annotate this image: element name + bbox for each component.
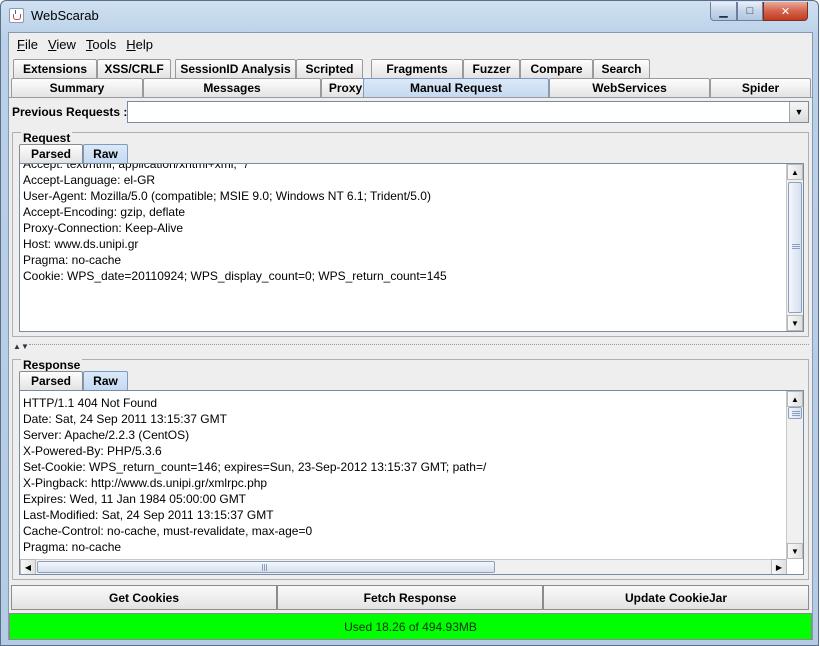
- tab-messages[interactable]: Messages: [143, 78, 321, 97]
- request-header-line: Cookie: WPS_date=20110924; WPS_display_c…: [23, 269, 447, 283]
- tab-divider: [9, 97, 812, 98]
- minimize-button[interactable]: ▁: [710, 2, 737, 21]
- scroll-up-button[interactable]: ▲: [787, 164, 803, 180]
- fetch-response-button[interactable]: Fetch Response: [277, 585, 543, 610]
- tab-webservices[interactable]: WebServices: [549, 78, 710, 97]
- title-bar[interactable]: WebScarab ▁ □ ✕: [1, 1, 818, 31]
- response-lines: HTTP/1.1 404 Not Found Date: Sat, 24 Sep …: [20, 395, 784, 555]
- tab-search[interactable]: Search: [593, 59, 650, 78]
- response-header-line: Cache-Control: no-cache, must-revalidate…: [23, 524, 313, 538]
- tab-compare[interactable]: Compare: [520, 59, 593, 78]
- scroll-left-button[interactable]: ◀: [20, 559, 36, 574]
- java-app-icon[interactable]: [9, 8, 24, 23]
- previous-requests-dropdown[interactable]: ▼: [127, 101, 809, 123]
- tab-row-main: Summary Messages Proxy Manual Request WebSer…: [9, 78, 812, 97]
- memory-status-bar[interactable]: Used 18.26 of 494.93MB: [9, 613, 812, 640]
- request-vertical-scrollbar[interactable]: ▲ ▼: [786, 164, 803, 331]
- update-cookiejar-button[interactable]: Update CookieJar: [543, 585, 809, 610]
- response-header-line: Date: Sat, 24 Sep 2011 13:15:37 GMT: [23, 412, 227, 426]
- response-header-line: Pragma: no-cache: [23, 540, 122, 554]
- previous-requests-label: Previous Requests :: [12, 105, 128, 119]
- get-cookies-button[interactable]: Get Cookies: [11, 585, 277, 610]
- menu-bar: File View Tools Help: [9, 33, 812, 55]
- response-header-line: Last-Modified: Sat, 24 Sep 2011 13:15:37…: [23, 508, 274, 522]
- tab-summary[interactable]: Summary: [11, 78, 143, 97]
- request-panel-title: Request: [21, 131, 73, 145]
- request-header-line: Accept-Encoding: gzip, deflate: [23, 205, 186, 219]
- scroll-right-button[interactable]: ▶: [771, 559, 787, 574]
- response-vertical-scrollbar[interactable]: ▲ ▼: [786, 391, 803, 559]
- request-tab-parsed[interactable]: Parsed: [19, 144, 83, 163]
- response-hscroll-thumb[interactable]: [37, 561, 495, 573]
- tab-manual-request[interactable]: Manual Request: [363, 78, 549, 97]
- menu-tools[interactable]: Tools: [81, 37, 121, 52]
- chevron-up-icon: ▲: [791, 394, 799, 404]
- chevron-up-icon: ▲: [791, 167, 799, 177]
- response-panel-title: Response: [21, 358, 83, 372]
- client-area: File View Tools Help Extensions XSS/CRLF Sess…: [8, 32, 813, 640]
- scroll-up-button[interactable]: ▲: [787, 391, 803, 407]
- chevron-left-icon: ◀: [24, 562, 32, 572]
- tab-extensions[interactable]: Extensions: [13, 59, 97, 78]
- response-scroll-thumb[interactable]: [788, 407, 802, 419]
- menu-file[interactable]: File: [12, 37, 43, 52]
- chevron-down-icon: ▼: [791, 546, 799, 556]
- request-lines: Accept: text/html, application/xhtml+xml…: [20, 163, 784, 284]
- scroll-down-button[interactable]: ▼: [787, 543, 803, 559]
- response-tab-raw[interactable]: Raw: [83, 371, 128, 390]
- request-panel: Request Parsed Raw Accept: text/html, ap…: [12, 131, 809, 337]
- response-panel: Response Parsed Raw HTTP/1.1 404 Not Fou…: [12, 358, 809, 580]
- response-header-line: Set-Cookie: WPS_return_count=146; expire…: [23, 460, 487, 474]
- window-title: WebScarab: [31, 8, 99, 23]
- dropdown-arrow-button[interactable]: ▼: [789, 102, 808, 122]
- close-icon: ✕: [780, 5, 791, 18]
- chevron-right-icon: ▶: [775, 562, 783, 572]
- request-tab-raw[interactable]: Raw: [83, 144, 128, 163]
- application-window: WebScarab ▁ □ ✕ File View Tools Help Extens…: [0, 0, 819, 646]
- expand-up-icon[interactable]: ▲: [13, 342, 21, 351]
- request-text-area[interactable]: Accept: text/html, application/xhtml+xml…: [19, 163, 804, 332]
- response-header-line: Expires: Wed, 11 Jan 1984 05:00:00 GMT: [23, 492, 247, 506]
- response-header-line: X-Powered-By: PHP/5.3.6: [23, 444, 162, 458]
- request-header-line: Pragma: no-cache: [23, 253, 122, 267]
- tab-xss-crlf[interactable]: XSS/CRLF: [97, 59, 171, 78]
- maximize-icon: □: [746, 5, 754, 17]
- menu-help[interactable]: Help: [121, 37, 158, 52]
- response-tab-parsed[interactable]: Parsed: [19, 371, 83, 390]
- maximize-button[interactable]: □: [737, 2, 763, 21]
- tab-fragments[interactable]: Fragments: [371, 59, 463, 78]
- expand-down-icon[interactable]: ▼: [21, 342, 29, 351]
- tab-spider[interactable]: Spider: [710, 78, 811, 97]
- request-header-line: Proxy-Connection: Keep-Alive: [23, 221, 184, 235]
- request-scroll-thumb[interactable]: [788, 182, 802, 313]
- minimize-icon: ▁: [719, 5, 728, 18]
- request-header-line: Accept: text/html, application/xhtml+xml…: [23, 163, 253, 171]
- request-header-line: Host: www.ds.unipi.gr: [23, 237, 139, 251]
- response-text-area[interactable]: HTTP/1.1 404 Not Found Date: Sat, 24 Sep …: [19, 390, 804, 575]
- response-horizontal-scrollbar[interactable]: ◀ ▶: [20, 559, 787, 574]
- response-header-line: X-Pingback: http://www.ds.unipi.gr/xmlrp…: [23, 476, 268, 490]
- chevron-down-icon: ▼: [794, 107, 804, 117]
- tab-sessionid-analysis[interactable]: SessionID Analysis: [175, 59, 296, 78]
- tab-row-plugins: Extensions XSS/CRLF SessionID Analysis Scri…: [9, 59, 812, 78]
- scroll-down-button[interactable]: ▼: [787, 315, 803, 331]
- request-header-line: User-Agent: Mozilla/5.0 (compatible; MSI…: [23, 189, 431, 203]
- menu-view[interactable]: View: [43, 37, 81, 52]
- request-header-line: Accept-Language: el-GR: [23, 173, 156, 187]
- chevron-down-icon: ▼: [791, 318, 799, 328]
- response-header-line: HTTP/1.1 404 Not Found: [23, 396, 158, 410]
- split-pane-divider[interactable]: ▲ ▼: [9, 342, 812, 351]
- tab-scripted[interactable]: Scripted: [296, 59, 363, 78]
- close-button[interactable]: ✕: [763, 2, 808, 21]
- tab-fuzzer[interactable]: Fuzzer: [463, 59, 520, 78]
- response-header-line: Server: Apache/2.2.3 (CentOS): [23, 428, 190, 442]
